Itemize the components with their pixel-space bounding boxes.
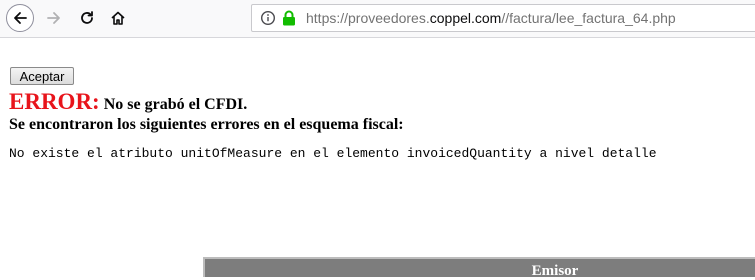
forward-button[interactable]	[40, 4, 68, 32]
errors-heading: Se encontraron los siguientes errores en…	[9, 116, 404, 133]
url-prefix: https://proveedores.	[306, 10, 430, 26]
url-text[interactable]: https://proveedores.coppel.com//factura/…	[306, 10, 676, 26]
back-button[interactable]	[6, 4, 34, 32]
site-info-button[interactable]	[260, 10, 276, 26]
error-line: ERROR: No se grabó el CFDI.	[9, 89, 247, 115]
error-detail: No existe el atributo unitOfMeasure en e…	[9, 146, 657, 161]
url-bar[interactable]: https://proveedores.coppel.com//factura/…	[251, 4, 755, 32]
error-message: No se grabó el CFDI.	[103, 96, 248, 113]
home-icon	[111, 11, 125, 25]
reload-button[interactable]	[73, 4, 101, 32]
forward-arrow-icon	[47, 12, 60, 24]
lock-icon	[283, 10, 295, 26]
home-button[interactable]	[104, 4, 132, 32]
error-label: ERROR:	[9, 89, 100, 114]
accept-button[interactable]: Aceptar	[10, 67, 74, 85]
url-domain: coppel.com	[429, 10, 502, 26]
emisor-label: Emisor	[531, 263, 579, 279]
url-path: //factura/lee_factura_64.php	[501, 10, 676, 26]
back-arrow-icon	[14, 12, 27, 24]
emisor-table-header: Emisor	[203, 257, 755, 279]
info-icon	[260, 10, 276, 26]
reload-icon	[81, 11, 93, 24]
security-indicator[interactable]	[282, 10, 296, 26]
browser-toolbar: https://proveedores.coppel.com//factura/…	[0, 0, 755, 38]
